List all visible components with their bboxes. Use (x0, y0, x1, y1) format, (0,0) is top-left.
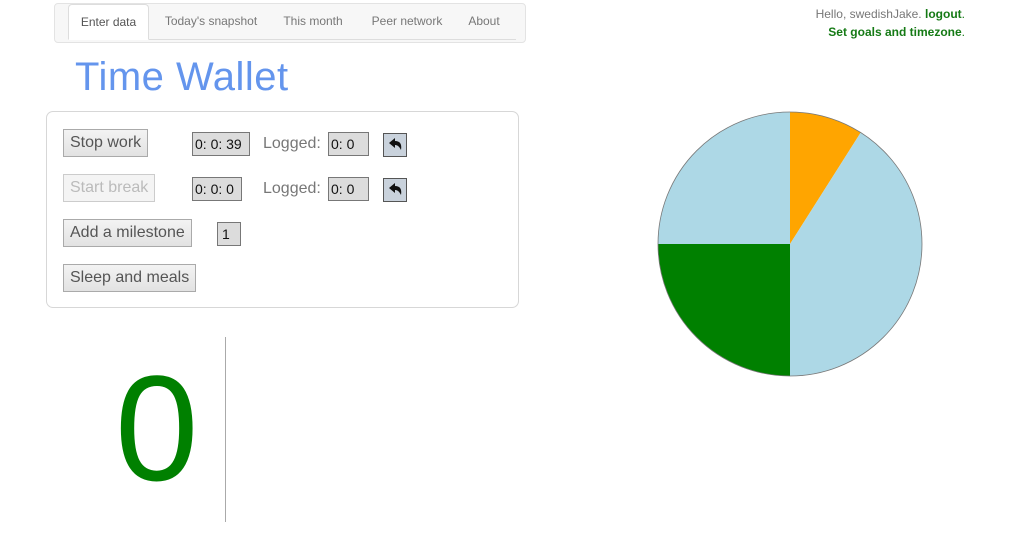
greeting-text: Hello, swedishJake. (815, 7, 922, 21)
top-navigation: Enter data Today's snapshot This month P… (54, 3, 526, 43)
sleep-and-meals-button[interactable]: Sleep and meals (63, 264, 197, 292)
milestone-count-field: 1 (217, 222, 241, 246)
break-logged-field[interactable]: 0: 0 (328, 177, 369, 201)
vertical-divider (225, 337, 226, 522)
undo-arrow-icon (389, 138, 402, 150)
work-timer-field: 0: 0: 39 (192, 132, 250, 156)
pie-slice-3 (658, 112, 790, 244)
undo-arrow-icon (389, 183, 402, 195)
stop-work-button[interactable]: Stop work (63, 129, 149, 157)
start-break-button[interactable]: Start break (63, 174, 156, 202)
milestone-big-counter: 0 (115, 344, 199, 512)
logout-link[interactable]: logout (925, 7, 962, 21)
work-logged-label: Logged: (263, 135, 321, 152)
tab-about[interactable]: About (459, 4, 509, 39)
pie-slice-2 (658, 244, 790, 376)
tab-todays-snapshot[interactable]: Today's snapshot (153, 4, 269, 39)
break-logged-label: Logged: (263, 180, 321, 197)
break-undo-button[interactable] (383, 178, 407, 202)
goals-period: . (961, 25, 965, 39)
work-undo-button[interactable] (383, 133, 407, 157)
set-goals-link[interactable]: Set goals and timezone (828, 25, 961, 39)
page-title: Time Wallet (75, 55, 289, 99)
tab-peer-network[interactable]: Peer network (359, 4, 455, 39)
add-milestone-button[interactable]: Add a milestone (63, 219, 192, 247)
work-logged-field[interactable]: 0: 0 (328, 132, 369, 156)
break-timer-field: 0: 0: 0 (192, 177, 242, 201)
tab-enter-data[interactable]: Enter data (68, 4, 149, 40)
user-greeting-area: Hello, swedishJake. logout. Set goals an… (816, 5, 965, 41)
controls-panel: Stop work 0: 0: 39 Logged: 0: 0 Start br… (46, 111, 519, 308)
tab-this-month[interactable]: This month (273, 4, 353, 39)
logout-period: . (961, 7, 965, 21)
time-pie-chart (657, 111, 923, 377)
